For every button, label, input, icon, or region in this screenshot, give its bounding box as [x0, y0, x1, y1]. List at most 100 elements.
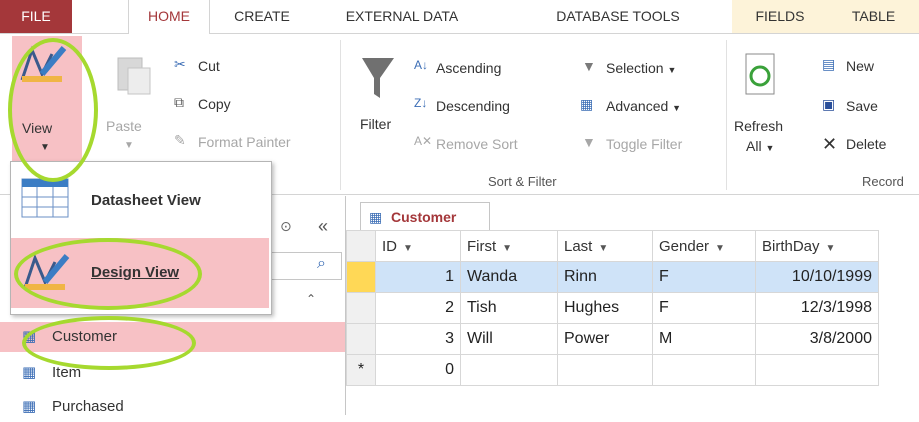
cell-birthday[interactable]: 10/10/1999: [755, 261, 879, 293]
refresh-all-button[interactable]: Refresh: [734, 118, 783, 134]
search-icon: ⌕: [317, 255, 326, 272]
records-group-label: Record: [862, 174, 904, 189]
refresh-all-dropdown[interactable]: All ▼: [746, 138, 774, 154]
row-selector[interactable]: [346, 261, 376, 293]
select-all-cell[interactable]: [346, 230, 376, 262]
column-header-last[interactable]: Last ▼: [557, 230, 653, 262]
advanced-filter-icon: ▦: [580, 96, 594, 112]
tab-home[interactable]: HOME: [128, 0, 210, 34]
document-tab-bar: ▦ Customer: [346, 196, 919, 231]
advanced-button[interactable]: Advanced ▼: [606, 98, 681, 114]
filter-button[interactable]: Filter: [360, 116, 391, 132]
cut-icon: ✂: [174, 56, 186, 72]
table-row[interactable]: 2 Tish Hughes F 12/3/1998: [346, 292, 879, 324]
format-painter-icon: ✎: [174, 132, 186, 148]
cell-id[interactable]: 1: [375, 261, 461, 293]
nav-menu-icon[interactable]: ⊙: [280, 218, 292, 235]
view-button[interactable]: View ▼: [12, 36, 82, 164]
nav-item-customer[interactable]: ▦ Customer: [0, 322, 345, 352]
column-header-first[interactable]: First ▼: [460, 230, 558, 262]
customer-table: ID ▼ First ▼ Last ▼ Gender ▼ BirthDay ▼ 1 Wan…: [346, 230, 879, 386]
view-dropdown-menu: Datasheet View Design View: [10, 161, 272, 315]
tab-database-tools[interactable]: DATABASE TOOLS: [532, 0, 704, 33]
new-button[interactable]: New: [846, 58, 874, 74]
sort-filter-group-label: Sort & Filter: [488, 174, 557, 189]
design-view-icon: [23, 253, 70, 290]
table-row[interactable]: 3 Will Power M 3/8/2000: [346, 323, 879, 355]
table-row[interactable]: 1 Wanda Rinn F 10/10/1999: [346, 261, 879, 293]
cell-birthday[interactable]: 3/8/2000: [755, 323, 879, 355]
cell-birthday[interactable]: [755, 354, 879, 386]
chevron-down-icon[interactable]: ▼: [598, 243, 608, 254]
table-icon: ▦: [22, 398, 37, 415]
new-record-row[interactable]: * 0: [346, 354, 879, 386]
cut-button[interactable]: Cut: [198, 58, 220, 74]
cell-first[interactable]: [460, 354, 558, 386]
column-header-id[interactable]: ID ▼: [375, 230, 461, 262]
cell-last[interactable]: Power: [557, 323, 653, 355]
cell-last[interactable]: [557, 354, 653, 386]
tab-external-data[interactable]: EXTERNAL DATA: [332, 0, 472, 33]
copy-button[interactable]: Copy: [198, 96, 231, 112]
design-view-icon: [20, 45, 67, 82]
delete-button[interactable]: Delete: [846, 136, 886, 152]
chevron-down-icon[interactable]: ▼: [403, 243, 413, 254]
save-button[interactable]: Save: [846, 98, 878, 114]
ascending-button[interactable]: Ascending: [436, 60, 501, 76]
chevron-up-icon[interactable]: ⌃: [306, 292, 316, 306]
cell-id[interactable]: 3: [375, 323, 461, 355]
nav-item-purchased[interactable]: ▦ Purchased: [0, 392, 345, 422]
paste-icon: [117, 57, 151, 95]
new-record-icon: ▤: [822, 56, 836, 72]
chevron-down-icon[interactable]: ▼: [715, 243, 725, 254]
selection-filter-icon: ▼: [582, 58, 596, 74]
cell-id[interactable]: 0: [375, 354, 461, 386]
cell-last[interactable]: Rinn: [557, 261, 653, 293]
selection-button[interactable]: Selection ▼: [606, 60, 676, 76]
design-view-option[interactable]: Design View: [11, 238, 269, 308]
sort-descending-icon: Z↓: [414, 96, 428, 110]
paste-button[interactable]: Paste: [106, 118, 142, 134]
datasheet-view-option[interactable]: Datasheet View: [11, 166, 269, 236]
cell-gender[interactable]: [652, 354, 756, 386]
datasheet-view-icon: [21, 178, 69, 218]
cell-first[interactable]: Tish: [460, 292, 558, 324]
refresh-icon: [745, 53, 775, 95]
save-icon: ▣: [822, 96, 836, 112]
cell-gender[interactable]: F: [652, 292, 756, 324]
delete-icon: ✕: [822, 134, 838, 154]
ribbon-tab-strip: FILE HOME CREATE EXTERNAL DATA DATABASE …: [0, 0, 919, 34]
ribbon-separator: [726, 40, 727, 190]
cell-id[interactable]: 2: [375, 292, 461, 324]
chevron-down-icon[interactable]: ▼: [502, 243, 512, 254]
remove-sort-icon: A✕: [414, 134, 433, 148]
chevron-down-icon[interactable]: ▼: [826, 243, 836, 254]
cell-first[interactable]: Will: [460, 323, 558, 355]
toggle-filter-button[interactable]: Toggle Filter: [606, 136, 682, 152]
row-selector[interactable]: [346, 292, 376, 324]
table-icon: ▦: [22, 328, 37, 345]
cell-gender[interactable]: F: [652, 261, 756, 293]
cell-first[interactable]: Wanda: [460, 261, 558, 293]
nav-item-item[interactable]: ▦ Item: [0, 358, 345, 388]
table-icon: ▦: [369, 209, 383, 225]
tab-table[interactable]: TABLE: [828, 0, 919, 33]
collapse-nav-button[interactable]: «: [318, 216, 328, 237]
tab-create[interactable]: CREATE: [222, 0, 302, 33]
cell-gender[interactable]: M: [652, 323, 756, 355]
format-painter-button[interactable]: Format Painter: [198, 134, 291, 150]
remove-sort-button[interactable]: Remove Sort: [436, 136, 518, 152]
tab-customer-table[interactable]: ▦ Customer: [360, 202, 490, 231]
cell-last[interactable]: Hughes: [557, 292, 653, 324]
tab-file[interactable]: FILE: [0, 0, 72, 33]
column-header-birthday[interactable]: BirthDay ▼: [755, 230, 879, 262]
tab-fields[interactable]: FIELDS: [732, 0, 828, 33]
datasheet-grid: ID ▼ First ▼ Last ▼ Gender ▼ BirthDay ▼ 1 Wan…: [346, 230, 919, 415]
column-header-gender[interactable]: Gender ▼: [652, 230, 756, 262]
cell-birthday[interactable]: 12/3/1998: [755, 292, 879, 324]
copy-icon: ⧉: [174, 94, 184, 110]
row-selector[interactable]: [346, 323, 376, 355]
ribbon-separator: [340, 40, 341, 190]
header-row: ID ▼ First ▼ Last ▼ Gender ▼ BirthDay ▼: [346, 230, 879, 262]
descending-button[interactable]: Descending: [436, 98, 510, 114]
